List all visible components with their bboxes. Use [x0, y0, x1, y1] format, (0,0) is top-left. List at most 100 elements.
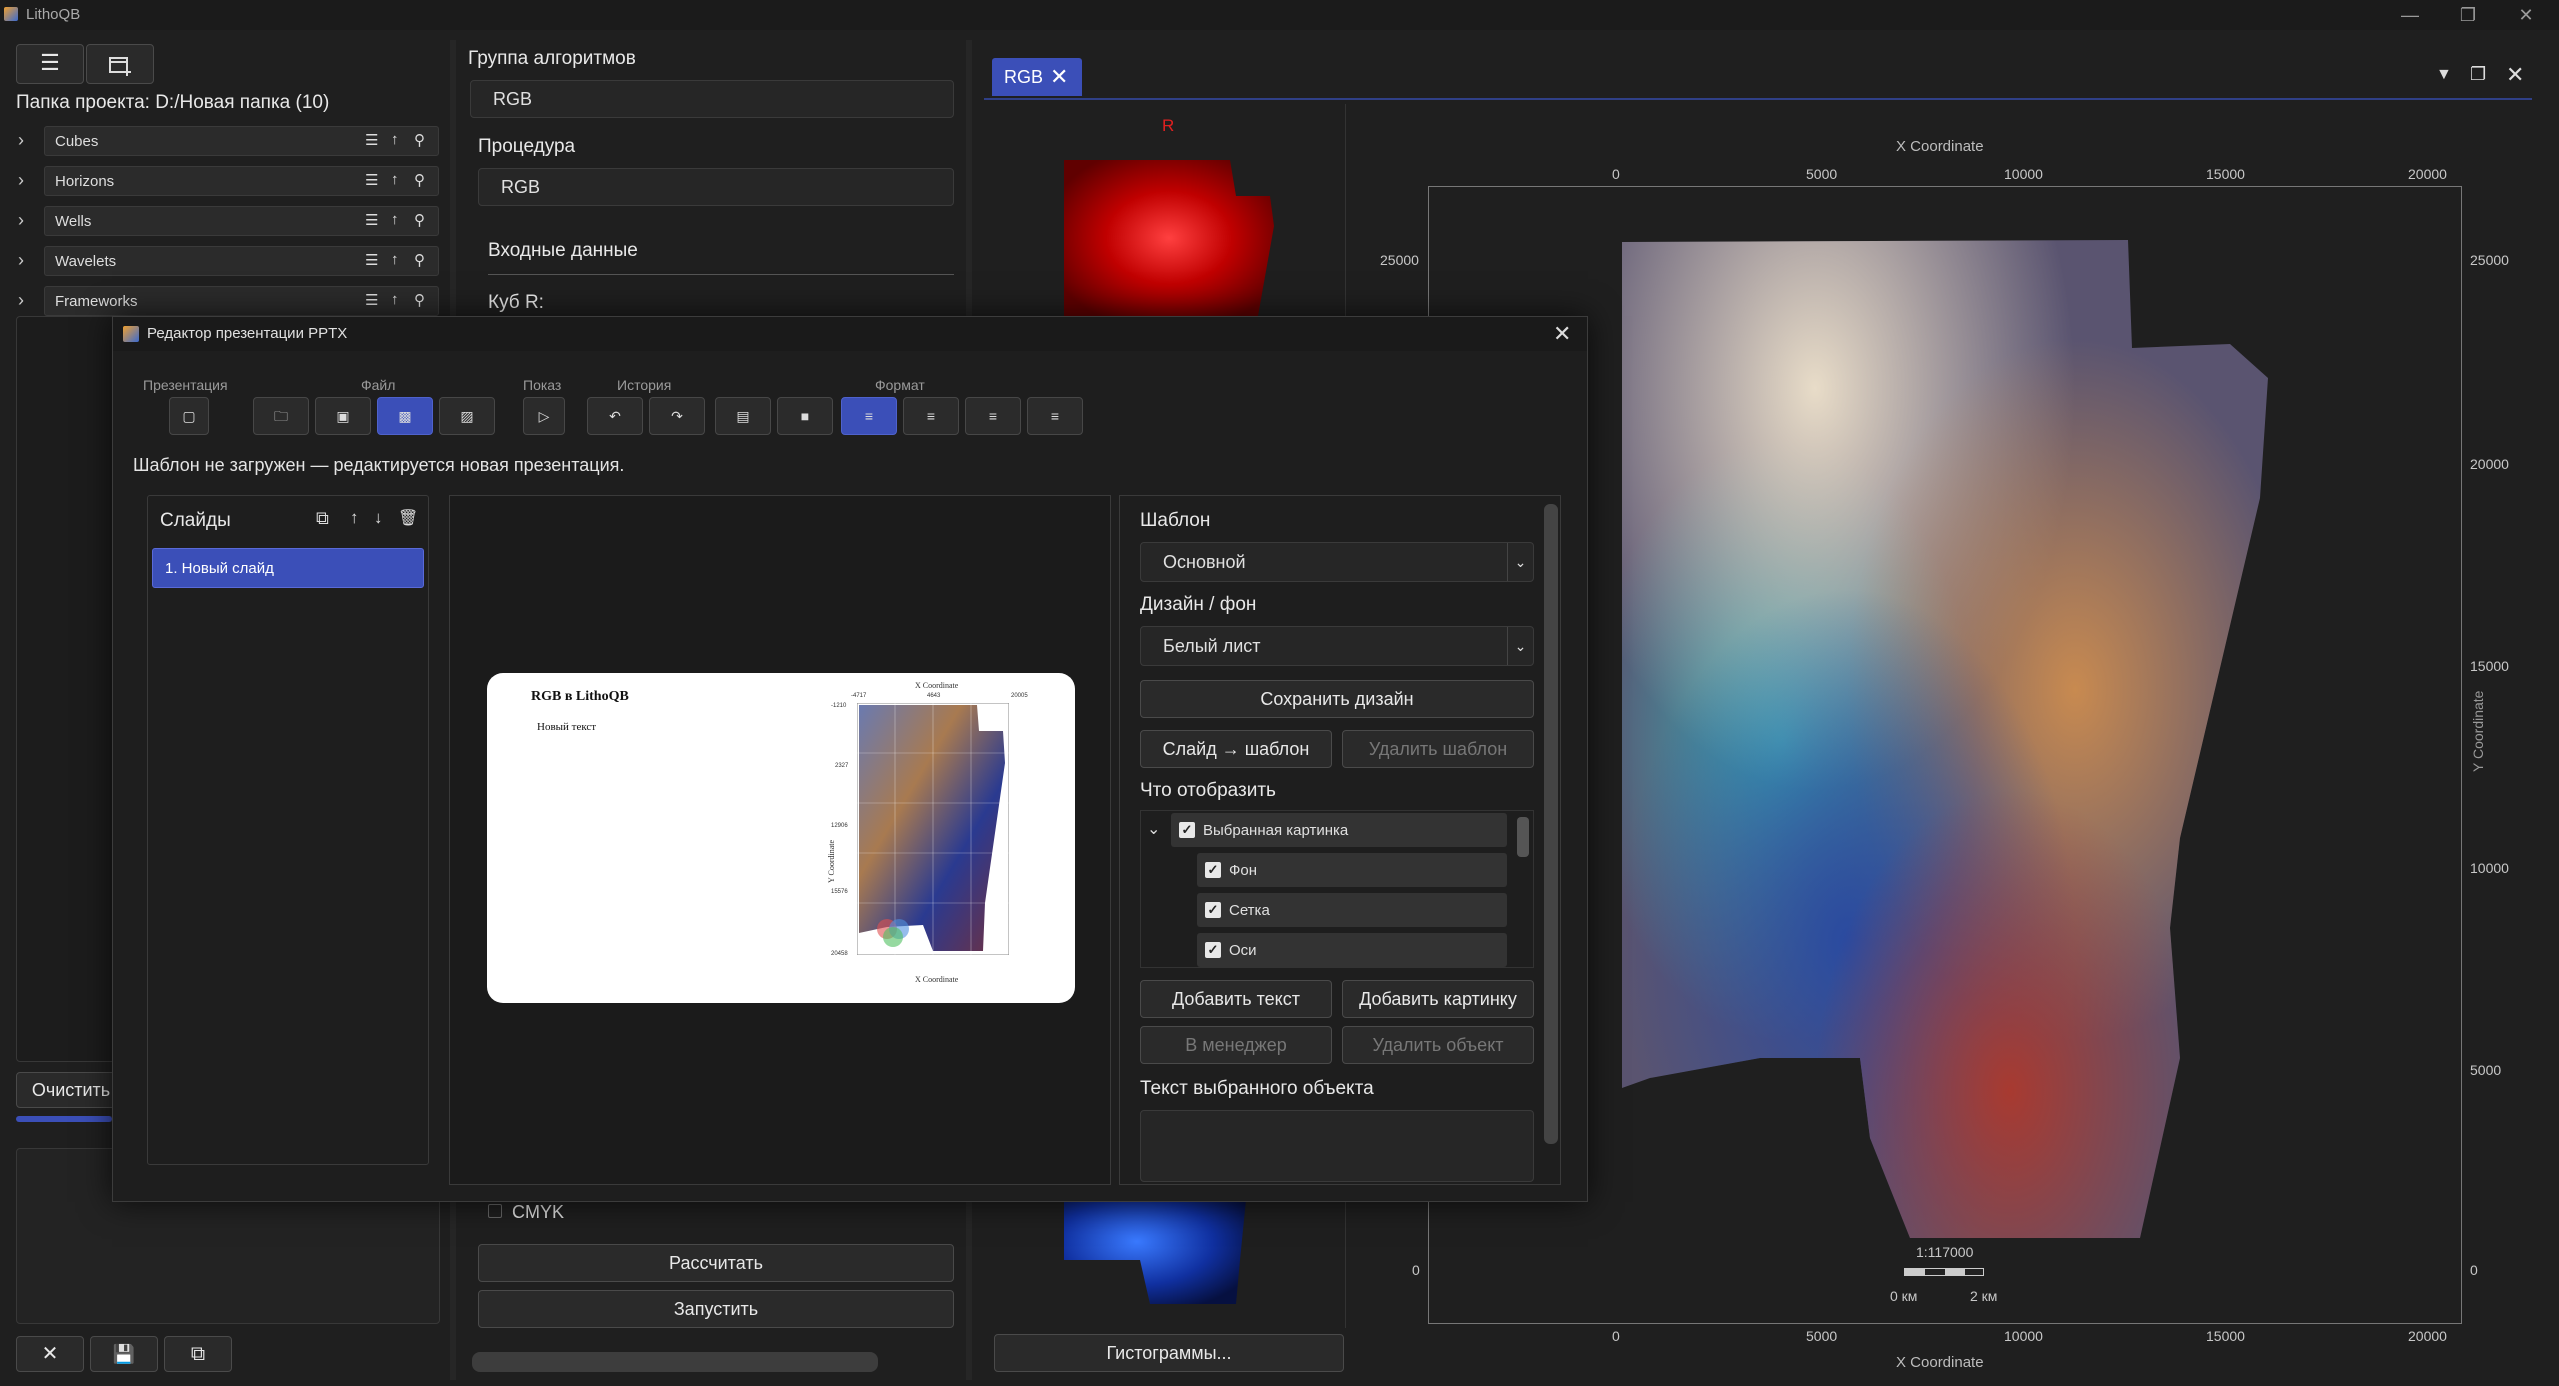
- add-image-button[interactable]: Добавить картинку: [1342, 980, 1534, 1018]
- copy-button[interactable]: ⧉: [164, 1336, 232, 1372]
- search-icon[interactable]: ⚲: [414, 251, 425, 269]
- checkbox[interactable]: ✓: [1205, 942, 1221, 958]
- show-item-grid[interactable]: ✓ Сетка: [1197, 893, 1507, 927]
- checkbox[interactable]: ✓: [1179, 822, 1195, 838]
- tree-item-wavelets[interactable]: Wavelets ☰ ↑ ⚲: [44, 246, 439, 276]
- close-project-button[interactable]: ✕: [16, 1336, 84, 1372]
- delete-template-button[interactable]: Удалить шаблон: [1342, 730, 1534, 768]
- show-item-selected-image[interactable]: ✓ Выбранная картинка: [1171, 813, 1507, 847]
- align-center-button[interactable]: ≡: [903, 397, 959, 435]
- tree-item-label: Horizons: [55, 173, 115, 190]
- expand-chevron-icon[interactable]: ›: [18, 130, 24, 151]
- delete-object-button[interactable]: Удалить объект: [1342, 1026, 1534, 1064]
- cube-r-label: Куб R:: [488, 292, 544, 313]
- selected-text-input[interactable]: [1140, 1110, 1534, 1182]
- horizontal-scrollbar[interactable]: [472, 1352, 878, 1372]
- filter-icon[interactable]: ☰: [365, 251, 378, 269]
- save-pptx-button[interactable]: ▣: [315, 397, 371, 435]
- undo-button[interactable]: ↶: [587, 397, 643, 435]
- expand-chevron-icon[interactable]: ›: [18, 290, 24, 311]
- folder-icon: 🗀: [274, 408, 288, 424]
- slide-to-template-button[interactable]: Слайд → шаблон: [1140, 730, 1332, 768]
- arrow-up-icon[interactable]: ↑: [391, 171, 399, 188]
- filter-icon[interactable]: ☰: [365, 291, 378, 309]
- procedure-select[interactable]: RGB: [478, 168, 954, 206]
- x-tick-bottom: 15000: [2206, 1328, 2245, 1344]
- cmyk-checkbox[interactable]: [488, 1204, 502, 1218]
- settings-scrollbar[interactable]: [1544, 504, 1558, 1144]
- run-button[interactable]: Запустить: [478, 1290, 954, 1328]
- dialog-app-icon: [123, 326, 139, 342]
- mini-tick: 20005: [1011, 693, 1028, 699]
- restore-icon[interactable]: ❐: [2448, 2, 2488, 28]
- minimize-icon[interactable]: —: [2390, 2, 2430, 28]
- show-item-background[interactable]: ✓ Фон: [1197, 853, 1507, 887]
- dropdown-arrow-icon[interactable]: ▼: [2436, 66, 2452, 84]
- redo-button[interactable]: ↷: [649, 397, 705, 435]
- close-view-icon[interactable]: ✕: [2506, 62, 2524, 88]
- align-right-button[interactable]: ≡: [965, 397, 1021, 435]
- search-icon[interactable]: ⚲: [414, 211, 425, 229]
- design-label: Дизайн / фон: [1140, 594, 1257, 615]
- search-icon[interactable]: ⚲: [414, 171, 425, 189]
- arrow-up-icon[interactable]: ↑: [391, 131, 399, 148]
- justify-button[interactable]: ≡: [1027, 397, 1083, 435]
- arrow-up-icon[interactable]: ↑: [391, 211, 399, 228]
- checkbox[interactable]: ✓: [1205, 902, 1221, 918]
- slide-list-item[interactable]: 1. Новый слайд: [152, 548, 424, 588]
- shape-button[interactable]: ■: [777, 397, 833, 435]
- slide-preview[interactable]: RGB в LithoQB Новый текст X Coordinate -…: [487, 673, 1075, 1003]
- arrow-up-icon[interactable]: ↑: [391, 291, 399, 308]
- procedure-label: Процедура: [478, 136, 576, 157]
- tree-scrollbar[interactable]: [1517, 817, 1529, 857]
- slide-title[interactable]: RGB в LithoQB: [531, 689, 629, 705]
- close-tab-icon[interactable]: ✕: [1050, 64, 1068, 90]
- search-icon[interactable]: ⚲: [414, 131, 425, 149]
- dialog-close-icon[interactable]: ✕: [1553, 321, 1571, 347]
- new-presentation-button[interactable]: ▢: [169, 397, 209, 435]
- tree-item-frameworks[interactable]: Frameworks ☰ ↑ ⚲: [44, 286, 439, 316]
- arrow-up-icon[interactable]: ↑: [391, 251, 399, 268]
- checkbox[interactable]: ✓: [1205, 862, 1221, 878]
- show-item-axes[interactable]: ✓ Оси: [1197, 933, 1507, 967]
- align-left-button[interactable]: ≡: [841, 397, 897, 435]
- close-window-icon[interactable]: ✕: [2506, 2, 2546, 28]
- move-down-icon[interactable]: ↓: [374, 508, 383, 528]
- filter-icon[interactable]: ☰: [365, 171, 378, 189]
- save-design-button[interactable]: Сохранить дизайн: [1140, 680, 1534, 718]
- collapse-chevron-icon[interactable]: ⌄: [1147, 819, 1160, 839]
- text-box-button[interactable]: ▤: [715, 397, 771, 435]
- menu-button[interactable]: ☰: [16, 44, 84, 84]
- clear-button[interactable]: Очистить: [16, 1072, 126, 1108]
- save-button[interactable]: 💾: [90, 1336, 158, 1372]
- add-text-button[interactable]: Добавить текст: [1140, 980, 1332, 1018]
- float-window-icon[interactable]: ❐: [2470, 64, 2486, 85]
- tree-item-cubes[interactable]: Cubes ☰ ↑ ⚲: [44, 126, 439, 156]
- histograms-button[interactable]: Гистограммы...: [994, 1334, 1344, 1372]
- add-slide-icon[interactable]: ⧉: [316, 508, 329, 529]
- expand-chevron-icon[interactable]: ›: [18, 210, 24, 231]
- filter-icon[interactable]: ☰: [365, 131, 378, 149]
- export-button[interactable]: ▨: [439, 397, 495, 435]
- tab-rgb[interactable]: RGB ✕: [992, 58, 1082, 96]
- template-select[interactable]: Основной ⌄: [1140, 542, 1534, 582]
- x-tick-bottom: 20000: [2408, 1328, 2447, 1344]
- tree-item-horizons[interactable]: Horizons ☰ ↑ ⚲: [44, 166, 439, 196]
- algorithm-group-label: Группа алгоритмов: [468, 48, 636, 69]
- expand-chevron-icon[interactable]: ›: [18, 250, 24, 271]
- expand-chevron-icon[interactable]: ›: [18, 170, 24, 191]
- add-window-button[interactable]: [86, 44, 154, 84]
- algorithm-group-select[interactable]: RGB: [470, 80, 954, 118]
- open-button[interactable]: 🗀: [253, 397, 309, 435]
- save-as-button[interactable]: ▩: [377, 397, 433, 435]
- calculate-button[interactable]: Рассчитать: [478, 1244, 954, 1282]
- slide-text[interactable]: Новый текст: [537, 721, 596, 733]
- to-manager-button[interactable]: В менеджер: [1140, 1026, 1332, 1064]
- design-select[interactable]: Белый лист ⌄: [1140, 626, 1534, 666]
- tree-item-wells[interactable]: Wells ☰ ↑ ⚲: [44, 206, 439, 236]
- filter-icon[interactable]: ☰: [365, 211, 378, 229]
- show-button[interactable]: ▷: [523, 397, 565, 435]
- search-icon[interactable]: ⚲: [414, 291, 425, 309]
- move-up-icon[interactable]: ↑: [350, 508, 359, 528]
- trash-icon[interactable]: 🗑: [398, 508, 418, 528]
